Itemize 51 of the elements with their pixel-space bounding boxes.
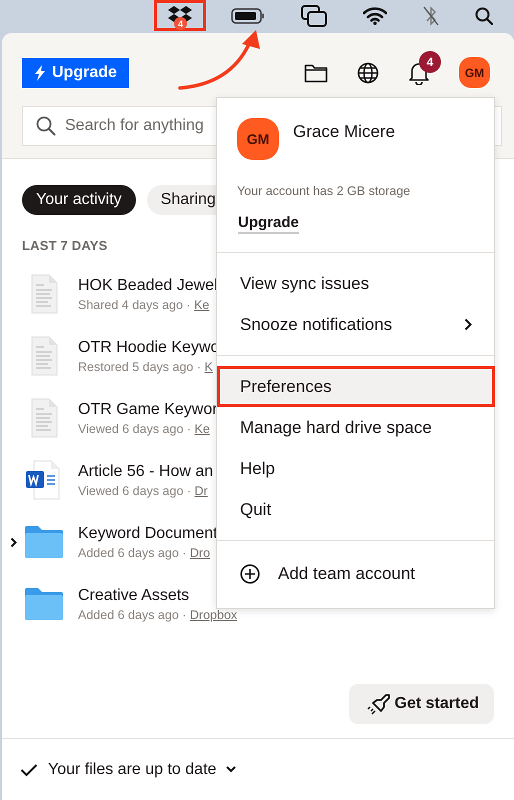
get-started-button[interactable]: Get started <box>348 684 494 724</box>
menu-item[interactable]: Preferences <box>217 366 495 407</box>
avatar: GM <box>237 118 279 160</box>
menu-item[interactable]: Help <box>217 448 495 489</box>
filter-chip[interactable]: Your activity <box>22 185 136 215</box>
file-activity: Shared 4 days ago · <box>78 298 191 312</box>
file-activity: Added 6 days ago · <box>78 608 186 622</box>
avatar-button[interactable]: GM <box>459 57 490 88</box>
rocket-icon <box>366 693 391 715</box>
location-link[interactable]: Dropbox <box>190 608 238 622</box>
battery-icon[interactable] <box>231 8 265 24</box>
file-activity: Viewed 6 days ago · <box>78 422 192 436</box>
menu-item[interactable]: Quit <box>217 489 495 530</box>
storage-info: Your account has 2 GB storage <box>236 183 412 198</box>
menu-item[interactable]: View sync issues <box>217 263 495 304</box>
bluetooth-off-icon[interactable] <box>423 4 439 26</box>
file-name[interactable]: OTR Game Keywor <box>78 400 218 418</box>
upgrade-button[interactable]: Upgrade <box>22 58 129 88</box>
file-activity: Viewed 6 days ago · <box>78 484 192 498</box>
file-name[interactable]: HOK Beaded Jewel <box>78 276 218 294</box>
location-link[interactable]: Ke <box>194 422 210 436</box>
folder-icon <box>24 587 64 621</box>
check-icon <box>20 762 38 776</box>
lightning-icon <box>34 64 46 80</box>
user-name: Grace Micere <box>293 122 396 143</box>
add-account-item[interactable]: Add team account <box>217 553 495 594</box>
menu-item[interactable]: Manage hard drive space <box>217 407 495 448</box>
location-link[interactable]: Ke <box>194 298 210 312</box>
sync-status[interactable]: Your files are up to date <box>48 760 216 778</box>
plus-circle-icon <box>240 564 260 584</box>
wifi-icon[interactable] <box>363 6 387 24</box>
location-link[interactable]: Dr <box>194 484 208 498</box>
search-icon[interactable] <box>475 6 493 24</box>
chevron-right-icon <box>464 318 472 331</box>
menu-item[interactable]: Snooze notifications <box>217 304 495 345</box>
folder-icon[interactable] <box>304 62 328 82</box>
file-name[interactable]: Article 56 - How an <box>78 462 214 480</box>
count-badge: 4 <box>174 17 187 30</box>
upgrade-link[interactable]: Upgrade <box>238 214 299 234</box>
notification-badge: 4 <box>419 50 441 72</box>
section-heading: LAST 7 DAYS <box>22 238 109 253</box>
globe-icon[interactable] <box>357 62 379 84</box>
file-activity: Added 6 days ago · <box>78 546 186 560</box>
chevron-down-icon[interactable] <box>226 766 236 773</box>
location-link[interactable]: K <box>204 360 213 374</box>
windows-icon[interactable] <box>301 4 327 26</box>
file-activity: Restored 5 days ago · <box>78 360 201 374</box>
location-link[interactable]: Dro <box>190 546 210 560</box>
folder-icon <box>24 525 64 559</box>
expand-chevron-icon[interactable] <box>10 536 18 548</box>
file-name[interactable]: Keyword Document <box>78 524 218 542</box>
